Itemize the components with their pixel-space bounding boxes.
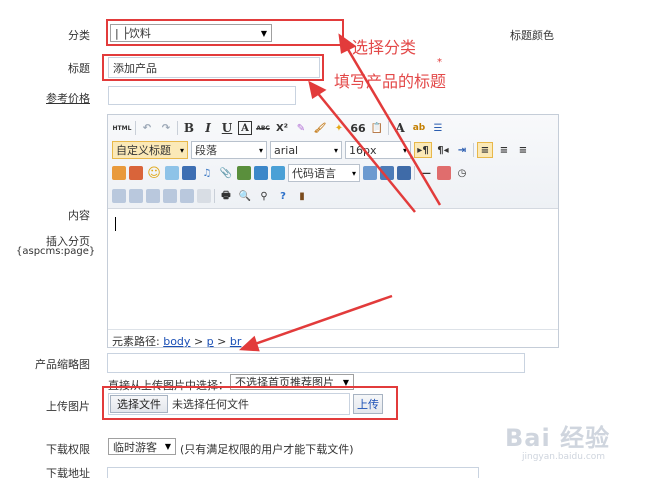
arrowhead-category-icon — [338, 33, 357, 54]
arrow-to-upload — [251, 294, 393, 347]
arrow-to-category — [344, 45, 442, 206]
chevron-down-icon: ▼ — [164, 442, 171, 451]
download-permission-hint: (只有满足权限的用户才能下载文件) — [180, 443, 354, 456]
upload-highlight-box — [102, 386, 398, 420]
thumbnail-label: 产品缩略图 — [35, 358, 90, 371]
thumbnail-input[interactable] — [107, 353, 525, 373]
download-permission-value: 临时游客 — [113, 440, 157, 454]
upload-image-label: 上传图片 — [46, 400, 90, 413]
download-url-label: 下载地址 — [46, 467, 90, 478]
baidu-watermark-logo: Bai 经验 — [505, 424, 611, 452]
baidu-watermark-url: jingyan.baidu.com — [522, 452, 606, 462]
download-permission-label: 下载权限 — [46, 443, 90, 456]
download-url-input[interactable] — [107, 467, 479, 478]
download-permission-select[interactable]: 临时游客 ▼ — [108, 438, 176, 455]
arrowhead-title-icon — [308, 80, 327, 100]
arrowhead-upload-icon — [238, 335, 260, 352]
arrow-to-title — [315, 90, 416, 213]
